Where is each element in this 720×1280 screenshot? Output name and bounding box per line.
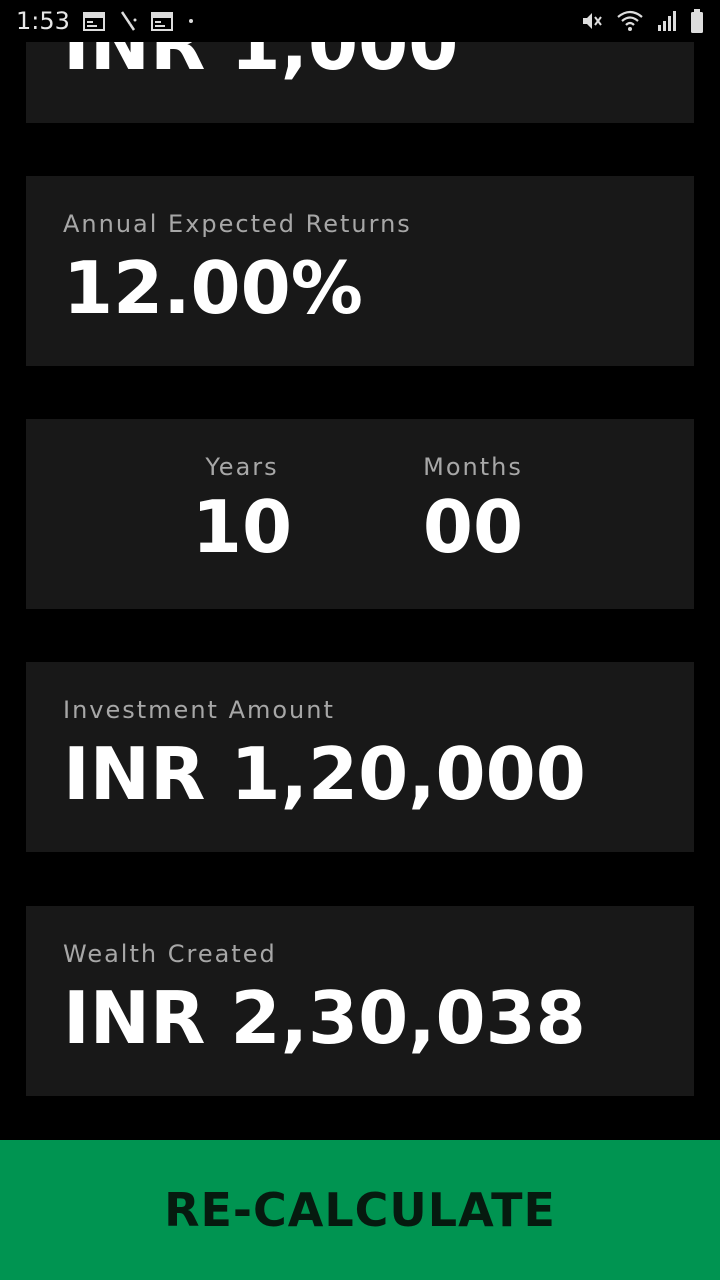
missed-call-icon	[118, 10, 138, 32]
months-label: Months	[423, 453, 523, 481]
signal-icon	[656, 9, 678, 33]
investment-amount-value: INR 1,20,000	[63, 732, 586, 816]
investment-amount-card: Investment Amount INR 1,20,000	[26, 662, 694, 852]
annual-returns-label: Annual Expected Returns	[63, 210, 412, 238]
years-column[interactable]: Years 10	[176, 453, 308, 567]
months-value: 00	[422, 485, 524, 569]
annual-returns-value: 12.00%	[63, 246, 363, 330]
mute-icon	[580, 9, 604, 33]
status-bar: 1:53	[0, 0, 720, 42]
calendar-icon	[82, 10, 106, 32]
months-column[interactable]: Months 00	[408, 453, 538, 567]
wealth-created-card: Wealth Created INR 2,30,038	[26, 906, 694, 1096]
status-left: 1:53	[16, 7, 196, 35]
duration-card[interactable]: Years 10 Months 00	[26, 419, 694, 609]
recalculate-button[interactable]: RE-CALCULATE	[0, 1140, 720, 1280]
years-value: 10	[191, 485, 293, 569]
calendar-icon	[150, 10, 174, 32]
battery-icon	[690, 8, 704, 34]
annual-returns-card[interactable]: Annual Expected Returns 12.00%	[26, 176, 694, 366]
years-label: Years	[205, 453, 279, 481]
wealth-created-value: INR 2,30,038	[63, 976, 586, 1060]
wealth-created-label: Wealth Created	[63, 940, 277, 968]
status-right	[580, 8, 704, 34]
wifi-icon	[616, 9, 644, 33]
dot-icon	[186, 10, 196, 32]
investment-amount-label: Investment Amount	[63, 696, 335, 724]
status-time: 1:53	[16, 7, 70, 35]
